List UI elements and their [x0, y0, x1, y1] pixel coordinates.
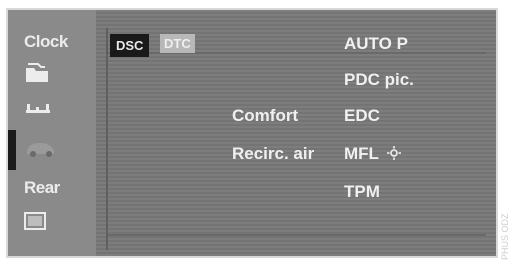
divider-bottom [108, 234, 486, 236]
menu-auto-p[interactable]: AUTO P [344, 34, 408, 54]
monitor-icon [24, 212, 46, 230]
side-code-label: PHUS ODZ [500, 213, 510, 260]
left-edge-marker [8, 130, 16, 170]
sun-icon [387, 145, 402, 165]
sidebar: Clock Rear [8, 10, 96, 256]
seat-icon [24, 98, 52, 116]
folder-button[interactable] [24, 62, 50, 84]
menu-edc[interactable]: EDC [344, 106, 380, 126]
menu-mfl[interactable]: MFL [344, 144, 402, 165]
monitor-button[interactable] [24, 212, 46, 230]
tab-dsc[interactable]: DSC [110, 34, 150, 57]
rear-label: Rear [24, 178, 60, 197]
car-button[interactable] [24, 138, 58, 158]
display-screen: Clock Rear DSC DTC AUTO P PDC pic. Comfo… [8, 10, 496, 256]
mfl-label: MFL [344, 144, 379, 163]
rear-button[interactable]: Rear [24, 178, 60, 198]
folder-icon [24, 62, 50, 84]
divider-vertical [106, 28, 108, 250]
menu-comfort[interactable]: Comfort [232, 106, 298, 126]
main-panel [96, 10, 496, 256]
clock-button[interactable]: Clock [24, 32, 68, 52]
seat-button[interactable] [24, 98, 52, 116]
tab-dtc[interactable]: DTC [160, 34, 195, 53]
menu-tpm[interactable]: TPM [344, 182, 380, 202]
menu-pdc-pic[interactable]: PDC pic. [344, 70, 414, 90]
car-icon [24, 138, 58, 158]
menu-recirc-air[interactable]: Recirc. air [232, 144, 314, 164]
clock-label: Clock [24, 32, 68, 51]
